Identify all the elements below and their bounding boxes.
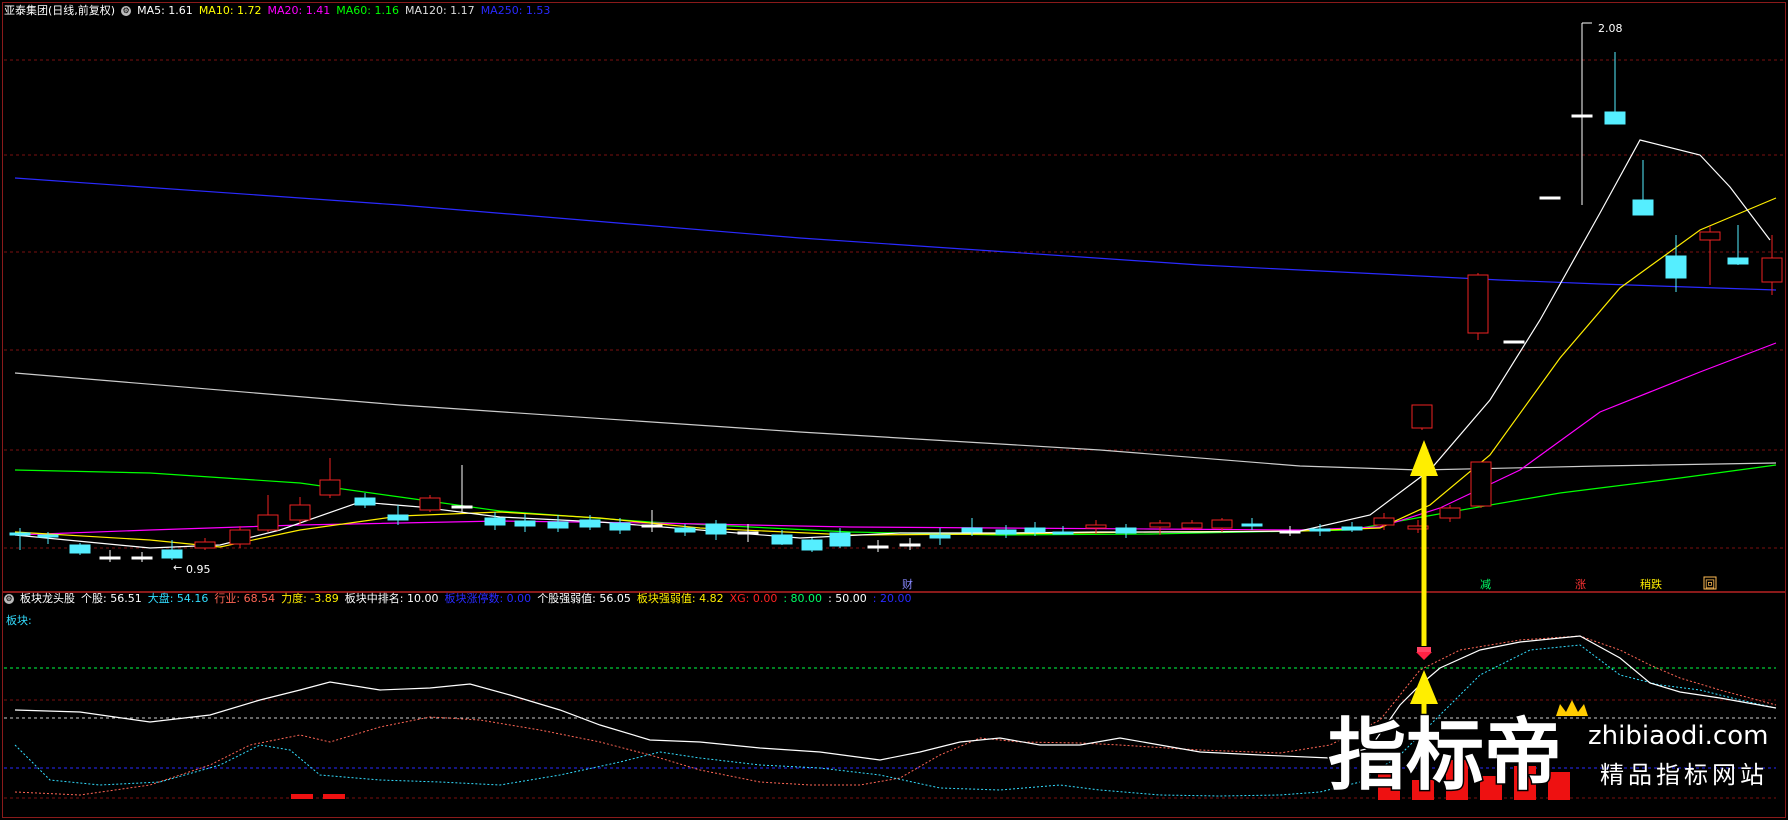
- candle-body: [1052, 531, 1074, 535]
- candle-body: [1309, 528, 1331, 532]
- candle-body: [289, 504, 311, 521]
- signal-bar: [323, 794, 345, 799]
- candle-body: [641, 524, 663, 528]
- candle-body: [829, 532, 851, 547]
- candle-body: [961, 527, 983, 533]
- candle-body: [1503, 340, 1525, 344]
- candle-body: [1279, 530, 1301, 534]
- candle-body: [1467, 274, 1489, 334]
- candle-body: [579, 519, 601, 528]
- candle-body: [771, 534, 793, 545]
- candle-body: [995, 529, 1017, 535]
- candle-body: [609, 522, 631, 531]
- candle-body: [1571, 114, 1593, 118]
- candle-body: [1341, 526, 1363, 531]
- candle-body: [194, 541, 216, 549]
- candle-body: [387, 514, 409, 521]
- watermark: 指标帝 zhibiaodi.com 精品指标网站: [1327, 700, 1768, 803]
- candle-body: [737, 531, 759, 535]
- candle-body: [801, 539, 823, 551]
- candle-body: [451, 505, 473, 509]
- candlestick-chart[interactable]: 2.08 0.95 ← 财 减 涨 稍跌 回 指标帝 zhibiaodi.com…: [0, 0, 1788, 820]
- candle-body: [929, 534, 951, 539]
- candle-body: [257, 514, 279, 531]
- candle-body: [1761, 257, 1783, 283]
- candle-body: [37, 534, 59, 538]
- ma120-line: [14, 372, 1777, 471]
- candle-body: [1539, 196, 1561, 200]
- candle-body: [229, 529, 251, 545]
- ma5-line: [14, 139, 1771, 549]
- candle-body: [1241, 523, 1263, 527]
- candle-body: [514, 520, 536, 527]
- candle-body: [9, 532, 31, 536]
- ma250-line: [14, 177, 1777, 291]
- candle-body: [1181, 522, 1203, 529]
- marker-hui[interactable]: 回: [1705, 579, 1715, 591]
- high-price-label: 2.08: [1598, 22, 1623, 35]
- diamond-signal-icon: [1416, 652, 1432, 660]
- watermark-domain: zhibiaodi.com: [1588, 721, 1768, 751]
- low-arrow-icon: ←: [173, 561, 182, 574]
- crown-icon: [1556, 700, 1588, 716]
- candle-body: [1699, 231, 1721, 241]
- ma10-line: [14, 197, 1777, 548]
- candle-body: [1439, 507, 1461, 519]
- watermark-brand: 指标帝: [1328, 711, 1562, 801]
- candle-body: [547, 521, 569, 529]
- candle-body: [1411, 404, 1433, 429]
- candle-body: [1373, 517, 1395, 526]
- candle-body: [1115, 527, 1137, 534]
- candle-body: [705, 523, 727, 535]
- signal-arrow-head: [1410, 440, 1438, 476]
- chart-stage: 亚泰集团(日线,前复权) ⚙ MA5: 1.61 MA10: 1.72 MA20…: [0, 0, 1788, 820]
- candle-body: [1149, 522, 1171, 528]
- candle-body: [319, 479, 341, 496]
- candle-body: [161, 549, 183, 559]
- diamond-signal-icon: [1417, 647, 1431, 652]
- candle-body: [419, 497, 441, 511]
- candle-body: [867, 545, 889, 549]
- candle-body: [899, 543, 921, 547]
- signal-bar: [291, 794, 313, 799]
- candle-body: [354, 497, 376, 506]
- main-grid: [4, 59, 1784, 549]
- candle-body: [1665, 255, 1687, 279]
- candle-body: [674, 527, 696, 533]
- candle-body: [99, 556, 121, 560]
- candle-body: [1085, 524, 1107, 529]
- signal-arrow-head: [1410, 670, 1438, 704]
- marker-cai[interactable]: 财: [902, 577, 913, 591]
- event-markers: 财 减 涨 稍跌 回: [902, 576, 1717, 591]
- candle-body: [1211, 519, 1233, 529]
- low-price-label: 0.95: [186, 563, 211, 576]
- candle-body: [131, 556, 153, 560]
- candle-body: [1024, 527, 1046, 533]
- marker-zhang[interactable]: 涨: [1575, 578, 1586, 591]
- candle-body: [484, 517, 506, 526]
- marker-jian[interactable]: 减: [1480, 578, 1491, 591]
- ma20-line: [14, 342, 1777, 536]
- candle-body: [1470, 461, 1492, 507]
- watermark-tagline: 精品指标网站: [1600, 761, 1768, 789]
- ma60-line: [14, 464, 1777, 536]
- marker-shaodie[interactable]: 稍跌: [1640, 577, 1662, 591]
- candle-body: [69, 544, 91, 554]
- candle-body: [1604, 111, 1626, 125]
- candle-body: [1632, 199, 1654, 216]
- candle-body: [1727, 257, 1749, 265]
